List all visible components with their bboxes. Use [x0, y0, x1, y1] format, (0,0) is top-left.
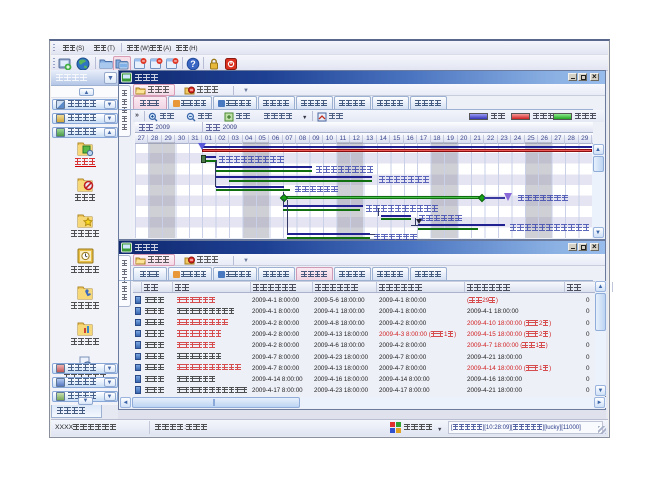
- svg-text:?: ?: [190, 59, 196, 69]
